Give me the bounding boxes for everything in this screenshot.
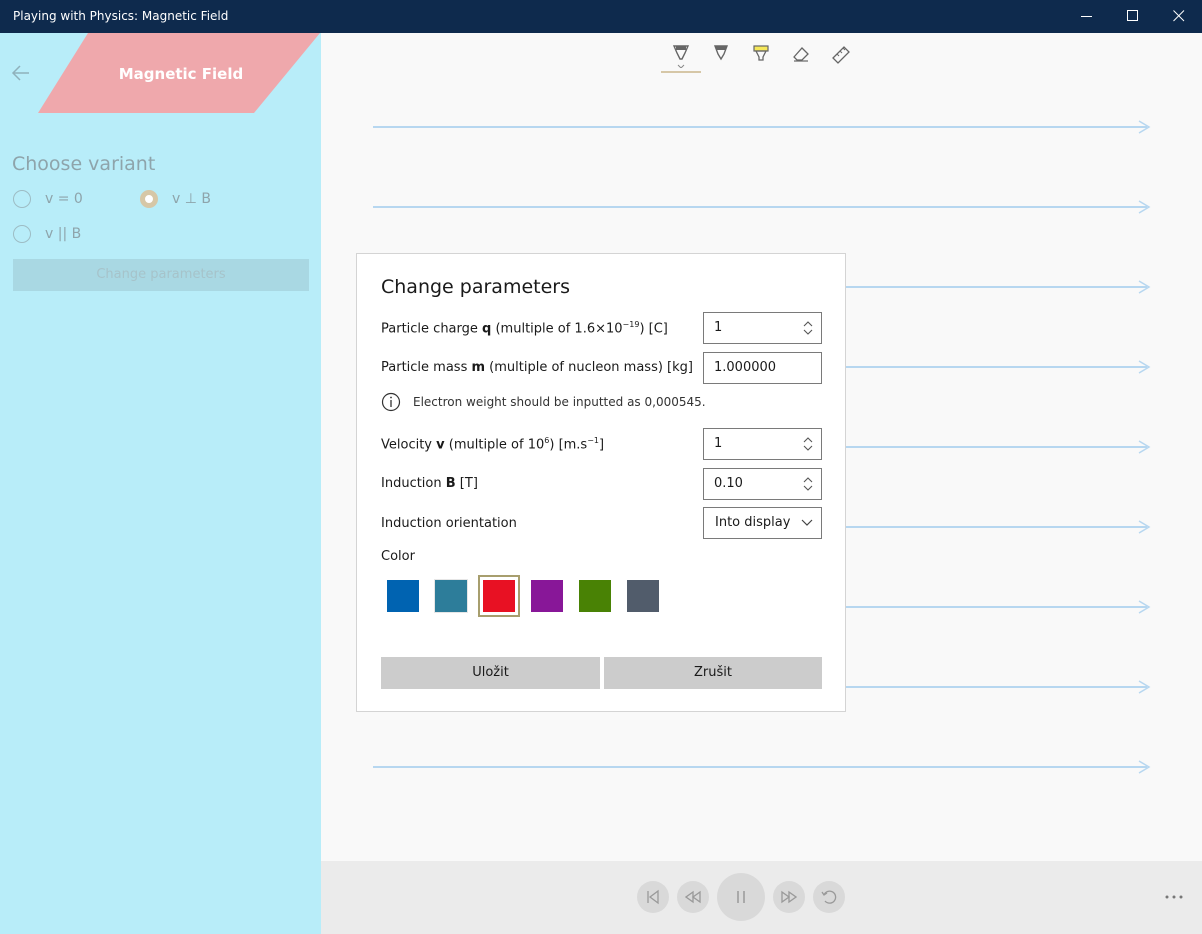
info-note: Electron weight should be inputted as 0,…	[381, 392, 706, 414]
variant-label: v ⊥ B	[172, 191, 211, 207]
skip-back-button[interactable]	[637, 881, 669, 913]
mass-label: Particle mass m (multiple of nucleon mas…	[381, 360, 693, 375]
color-swatch-blue[interactable]	[387, 580, 419, 612]
maximize-button[interactable]	[1110, 0, 1156, 33]
banner-title: Magnetic Field	[118, 65, 244, 83]
rewind-icon	[685, 890, 701, 904]
color-swatch-purple[interactable]	[531, 580, 563, 612]
more-icon	[1165, 895, 1183, 899]
induction-label: Induction B [T]	[381, 476, 478, 491]
velocity-value: 1	[714, 436, 723, 451]
title-bar: Playing with Physics: Magnetic Field	[0, 0, 1202, 33]
pause-button[interactable]	[717, 873, 765, 921]
choose-variant-heading: Choose variant	[12, 153, 156, 175]
fast-forward-button[interactable]	[773, 881, 805, 913]
cancel-button[interactable]: Zrušit	[604, 657, 822, 689]
spinner-icon[interactable]	[803, 321, 813, 335]
mass-value: 1.000000	[714, 360, 777, 375]
maximize-icon	[1127, 10, 1138, 21]
selected-tool-indicator	[661, 71, 701, 73]
variant-label: v || B	[45, 226, 82, 242]
color-swatch-green[interactable]	[579, 580, 611, 612]
eraser-icon[interactable]	[791, 44, 811, 64]
radio-circle	[13, 190, 31, 208]
sidebar: Magnetic Field Choose variant v = 0 v ⊥ …	[0, 33, 321, 934]
field-line	[373, 120, 1151, 134]
change-parameters-button[interactable]: Change parameters	[13, 259, 309, 291]
rewind-button[interactable]	[677, 881, 709, 913]
info-text: Electron weight should be inputted as 0,…	[413, 395, 706, 409]
radio-circle	[13, 225, 31, 243]
save-button[interactable]: Uložit	[381, 657, 600, 689]
color-label: Color	[381, 549, 415, 564]
orientation-value: Into display	[715, 515, 791, 530]
dialog-title: Change parameters	[381, 276, 570, 298]
back-button[interactable]	[8, 61, 34, 85]
pause-icon	[737, 891, 745, 903]
induction-value: 0.10	[714, 476, 743, 491]
charge-value: 1	[714, 320, 723, 335]
field-line	[373, 760, 1151, 774]
skip-back-icon	[647, 889, 659, 905]
velocity-label: Velocity v (multiple of 106) [m.s−1]	[381, 436, 605, 453]
variant-label: v = 0	[45, 191, 83, 207]
color-swatch-gray[interactable]	[627, 580, 659, 612]
more-options-button[interactable]	[1161, 889, 1187, 905]
spinner-icon[interactable]	[803, 477, 813, 491]
close-icon	[1173, 10, 1185, 22]
ruler-icon[interactable]	[831, 44, 851, 64]
charge-number-box[interactable]: 1	[703, 312, 822, 344]
color-swatch-red[interactable]	[478, 575, 520, 617]
window-title: Playing with Physics: Magnetic Field	[13, 9, 229, 23]
info-icon	[381, 392, 401, 412]
mass-input[interactable]: 1.000000	[703, 352, 822, 384]
back-arrow-icon	[11, 65, 29, 81]
velocity-number-box[interactable]: 1	[703, 428, 822, 460]
color-swatch-teal[interactable]	[435, 580, 467, 612]
induction-number-box[interactable]: 0.10	[703, 468, 822, 500]
playback-bar	[321, 861, 1202, 934]
pencil-icon[interactable]	[711, 44, 731, 64]
orientation-label: Induction orientation	[381, 516, 517, 531]
fast-forward-icon	[781, 890, 797, 904]
highlighter-icon[interactable]	[751, 44, 771, 64]
chevron-down-icon	[801, 519, 813, 526]
spinner-icon[interactable]	[803, 437, 813, 451]
minimize-button[interactable]	[1064, 0, 1110, 33]
minimize-icon	[1081, 16, 1092, 17]
radio-circle	[140, 190, 158, 208]
change-parameters-dialog: Change parameters Particle charge q (mul…	[356, 253, 846, 712]
orientation-dropdown[interactable]: Into display	[703, 507, 822, 539]
ballpoint-pen-icon[interactable]	[671, 44, 691, 69]
replay-button[interactable]	[813, 881, 845, 913]
charge-label: Particle charge q (multiple of 1.6×10−19…	[381, 320, 668, 337]
replay-icon	[821, 890, 837, 904]
close-button[interactable]	[1156, 0, 1202, 33]
field-line	[373, 200, 1151, 214]
